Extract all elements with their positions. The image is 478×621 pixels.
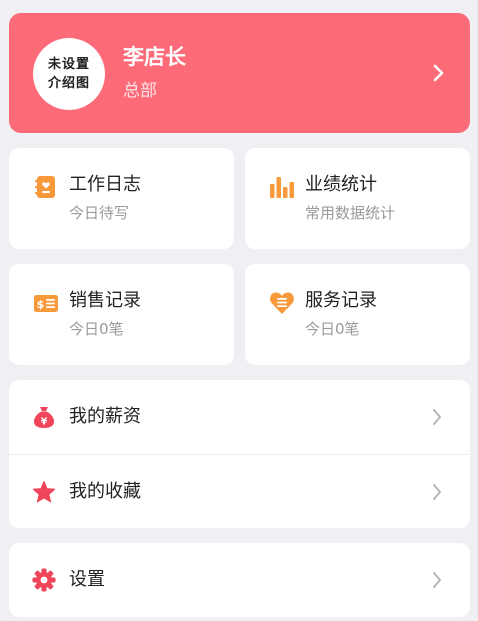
tile-sales-record[interactable]: $ 销售记录 今日0笔 — [9, 264, 234, 365]
profile-card[interactable]: 未设置 介绍图 李店长 总部 — [9, 13, 470, 133]
notebook-icon — [35, 176, 55, 198]
menu-card-settings: 设置 — [9, 543, 470, 617]
bar-chart-icon — [270, 177, 294, 198]
tile-work-log-title: 工作日志 — [69, 174, 141, 195]
chevron-right-icon — [433, 572, 441, 588]
my-page: 未设置 介绍图 李店长 总部 工作日志 今日待写 业绩统计 常用数据统计 $ 销… — [0, 0, 478, 621]
tile-performance-stats-subtitle: 常用数据统计 — [305, 204, 396, 222]
heart-list-icon — [270, 292, 294, 314]
menu-card-primary: ¥ 我的薪资 我的收藏 — [9, 380, 470, 528]
money-bag-icon: ¥ — [34, 407, 54, 428]
avatar-text-line2: 介绍图 — [47, 76, 90, 91]
menu-item-settings-label: 设置 — [69, 569, 105, 590]
tile-work-log-subtitle: 今日待写 — [69, 204, 130, 222]
tile-service-record[interactable]: 服务记录 今日0笔 — [245, 264, 470, 365]
profile-name: 李店长 — [123, 45, 186, 69]
tile-performance-stats-title: 业绩统计 — [305, 174, 377, 195]
chevron-right-icon — [433, 484, 441, 500]
tile-work-log[interactable]: 工作日志 今日待写 — [9, 148, 234, 249]
avatar-text-line1: 未设置 — [47, 57, 90, 72]
menu-item-salary-label: 我的薪资 — [69, 406, 141, 427]
menu-item-favorites[interactable]: 我的收藏 — [9, 454, 470, 528]
tile-service-record-title: 服务记录 — [305, 290, 377, 311]
tile-service-record-subtitle: 今日0笔 — [305, 320, 360, 338]
chevron-right-icon — [433, 64, 444, 82]
menu-item-favorites-label: 我的收藏 — [69, 481, 141, 502]
svg-text:¥: ¥ — [41, 417, 48, 428]
star-icon — [32, 481, 56, 503]
svg-text:$: $ — [37, 298, 45, 311]
tile-sales-record-subtitle: 今日0笔 — [69, 320, 124, 338]
chevron-right-icon — [433, 409, 441, 425]
tile-sales-record-title: 销售记录 — [69, 290, 141, 311]
avatar[interactable]: 未设置 介绍图 — [33, 38, 105, 110]
receipt-icon: $ — [34, 295, 58, 312]
menu-item-settings[interactable]: 设置 — [9, 543, 470, 617]
gear-icon — [32, 568, 56, 592]
profile-department: 总部 — [123, 81, 157, 101]
menu-item-salary[interactable]: ¥ 我的薪资 — [9, 380, 470, 454]
tile-performance-stats[interactable]: 业绩统计 常用数据统计 — [245, 148, 470, 249]
